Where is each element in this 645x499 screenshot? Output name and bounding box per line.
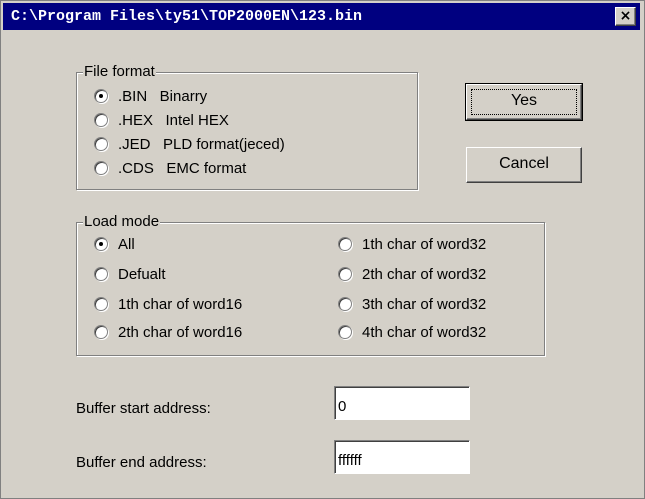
radio-label: 2th char of word32 bbox=[362, 265, 487, 283]
radio-button-icon[interactable] bbox=[94, 137, 108, 151]
radio-button-icon[interactable] bbox=[338, 325, 352, 339]
radio-button-icon[interactable] bbox=[94, 113, 108, 127]
radio-label: 1th char of word32 bbox=[362, 235, 487, 253]
radio-label: Defualt bbox=[118, 265, 166, 283]
radio-label: .CDS EMC format bbox=[118, 159, 247, 177]
radio-format-hex[interactable]: .HEX Intel HEX bbox=[94, 110, 229, 130]
cancel-button-label: Cancel bbox=[499, 155, 549, 172]
radio-load-word32-2[interactable]: 2th char of word32 bbox=[338, 264, 486, 284]
radio-load-word16-1[interactable]: 1th char of word16 bbox=[94, 294, 242, 314]
radio-label: .JED PLD format(jeced) bbox=[118, 135, 285, 153]
radio-load-word16-2[interactable]: 2th char of word16 bbox=[94, 322, 242, 342]
buffer-start-label: Buffer start address: bbox=[76, 400, 211, 417]
close-icon: × bbox=[619, 8, 632, 24]
radio-label: 1th char of word16 bbox=[118, 295, 243, 313]
title-bar[interactable]: C:\Program Files\ty51\TOP2000EN\123.bin … bbox=[3, 3, 640, 30]
radio-label: .HEX Intel HEX bbox=[118, 111, 229, 129]
yes-button[interactable]: Yes bbox=[465, 83, 583, 121]
radio-button-icon[interactable] bbox=[94, 297, 108, 311]
radio-format-cds[interactable]: .CDS EMC format bbox=[94, 158, 246, 178]
radio-button-icon[interactable] bbox=[338, 297, 352, 311]
buffer-end-label: Buffer end address: bbox=[76, 454, 207, 471]
window-title: C:\Program Files\ty51\TOP2000EN\123.bin bbox=[11, 8, 363, 25]
close-button[interactable]: × bbox=[615, 7, 636, 26]
radio-load-all[interactable]: All bbox=[94, 234, 135, 254]
radio-button-icon[interactable] bbox=[94, 161, 108, 175]
radio-load-default[interactable]: Defualt bbox=[94, 264, 166, 284]
cancel-button[interactable]: Cancel bbox=[466, 147, 582, 183]
focus-rectangle bbox=[471, 89, 577, 115]
radio-button-icon[interactable] bbox=[338, 267, 352, 281]
radio-label: 3th char of word32 bbox=[362, 295, 487, 313]
load-mode-legend: Load mode bbox=[83, 213, 161, 230]
radio-load-word32-1[interactable]: 1th char of word32 bbox=[338, 234, 486, 254]
radio-button-icon[interactable] bbox=[338, 237, 352, 251]
radio-button-icon[interactable] bbox=[94, 89, 108, 103]
file-format-legend: File format bbox=[83, 63, 156, 80]
radio-format-bin[interactable]: .BIN Binarry bbox=[94, 86, 207, 106]
radio-load-word32-3[interactable]: 3th char of word32 bbox=[338, 294, 486, 314]
radio-label: All bbox=[118, 235, 135, 253]
radio-button-icon[interactable] bbox=[94, 267, 108, 281]
radio-load-word32-4[interactable]: 4th char of word32 bbox=[338, 322, 486, 342]
radio-label: .BIN Binarry bbox=[118, 87, 208, 105]
radio-button-icon[interactable] bbox=[94, 325, 108, 339]
radio-format-jed[interactable]: .JED PLD format(jeced) bbox=[94, 134, 285, 154]
radio-label: 4th char of word32 bbox=[362, 323, 487, 341]
radio-label: 2th char of word16 bbox=[118, 323, 243, 341]
buffer-start-input[interactable] bbox=[334, 386, 470, 420]
radio-button-icon[interactable] bbox=[94, 237, 108, 251]
buffer-end-input[interactable] bbox=[334, 440, 470, 474]
